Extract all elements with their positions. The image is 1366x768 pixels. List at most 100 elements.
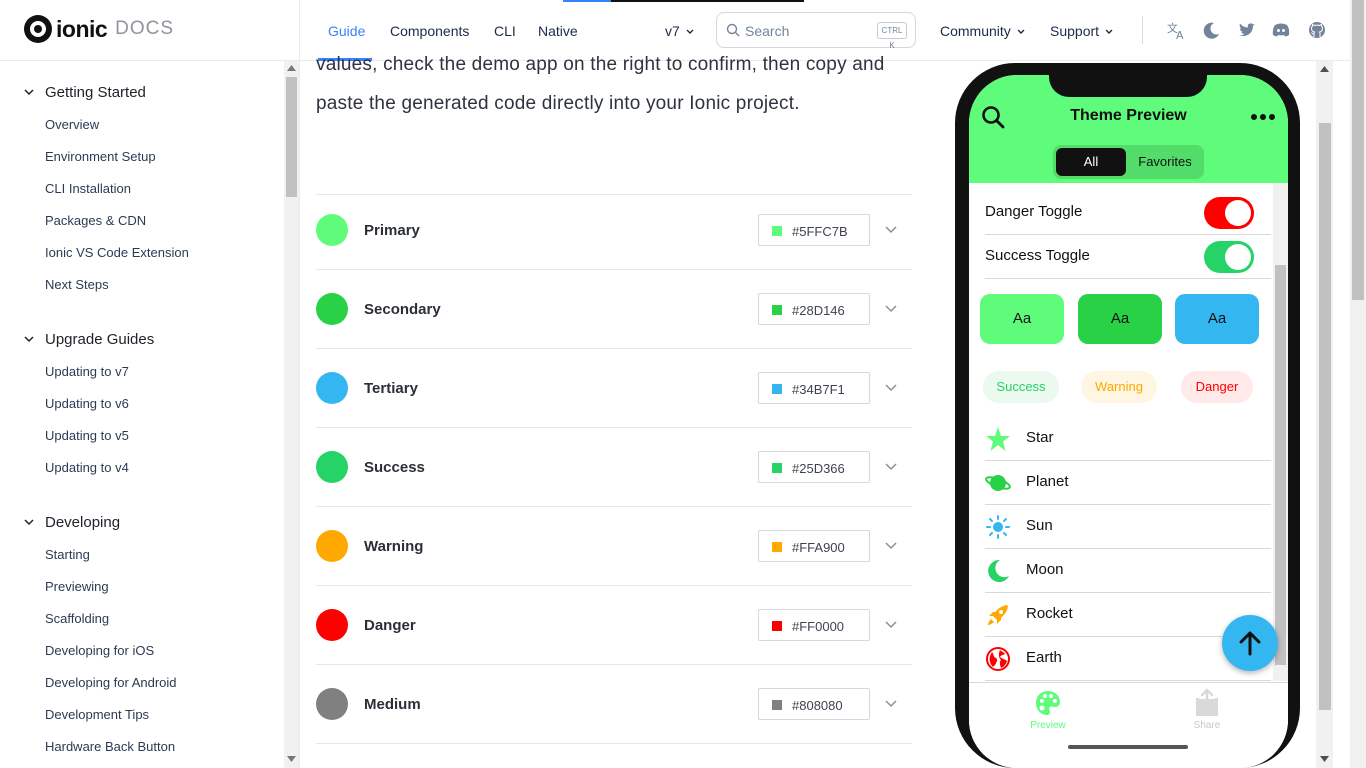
github-icon[interactable] — [1307, 20, 1327, 40]
logo-docs-label: DOCS — [115, 18, 175, 39]
chevron-down-icon[interactable] — [885, 621, 897, 629]
sidebar-scrollbar-thumb[interactable] — [286, 77, 297, 197]
chevron-down-icon[interactable] — [885, 700, 897, 708]
color-input-success[interactable]: #25D366 — [758, 451, 870, 483]
nav-link-native[interactable]: Native — [538, 23, 578, 39]
sidebar-group-upgrade-guides[interactable]: Upgrade Guides — [45, 331, 154, 348]
scroll-top-fab[interactable] — [1222, 615, 1278, 671]
search-button[interactable]: Search CTRL K — [716, 12, 916, 50]
sidebar-item-updating-v5[interactable]: Updating to v5 — [45, 428, 129, 443]
color-input-warning[interactable]: #FFA900 — [758, 530, 870, 562]
sidebar-item-hardware-back-button[interactable]: Hardware Back Button — [45, 739, 175, 754]
chevron-down-icon — [1017, 29, 1025, 35]
home-indicator — [1068, 745, 1188, 749]
chevron-down-icon[interactable] — [885, 463, 897, 471]
color-input-swatch — [772, 621, 782, 631]
discord-icon[interactable] — [1271, 20, 1291, 40]
chevron-down-icon[interactable] — [885, 384, 897, 392]
sidebar-item-developing-ios[interactable]: Developing for iOS — [45, 643, 154, 658]
sidebar-item-development-tips[interactable]: Development Tips — [45, 707, 149, 722]
translate-icon[interactable]: 文A — [1167, 20, 1187, 40]
sidebar-item-overview[interactable]: Overview — [45, 117, 99, 132]
chevron-down-icon[interactable] — [24, 334, 34, 344]
support-dropdown[interactable]: Support — [1050, 23, 1113, 39]
color-swatch-primary — [316, 214, 348, 246]
sidebar-group-getting-started[interactable]: Getting Started — [45, 84, 146, 101]
sidebar-item-packages-cdn[interactable]: Packages & CDN — [45, 213, 146, 228]
tab-share[interactable]: Share — [1179, 683, 1235, 743]
community-dropdown[interactable]: Community — [940, 23, 1025, 39]
search-shortcut-badge: CTRL K — [877, 22, 907, 50]
twitter-icon[interactable] — [1237, 20, 1257, 40]
sidebar-item-developing-android[interactable]: Developing for Android — [45, 675, 177, 690]
danger-toggle[interactable] — [1204, 197, 1254, 229]
list-item-planet[interactable]: Planet — [985, 461, 1271, 505]
sidebar-item-updating-v7[interactable]: Updating to v7 — [45, 364, 129, 379]
chevron-down-icon[interactable] — [885, 305, 897, 313]
color-name-tertiary: Tertiary — [364, 380, 418, 397]
chevron-down-icon — [686, 29, 694, 35]
color-input-secondary[interactable]: #28D146 — [758, 293, 870, 325]
chevron-down-icon[interactable] — [24, 517, 34, 527]
chevron-down-icon[interactable] — [885, 226, 897, 234]
nav-link-guide[interactable]: Guide — [328, 23, 365, 39]
color-input-medium[interactable]: #808080 — [758, 688, 870, 720]
scroll-down-arrow-icon[interactable] — [1320, 756, 1329, 762]
more-options-icon[interactable] — [1250, 113, 1276, 121]
color-name-success: Success — [364, 459, 425, 476]
sidebar-item-previewing[interactable]: Previewing — [45, 579, 109, 594]
sidebar-item-cli-installation[interactable]: CLI Installation — [45, 181, 131, 196]
color-input-primary[interactable]: #5FFC7B — [758, 214, 870, 246]
nav-link-components[interactable]: Components — [390, 23, 469, 39]
chevron-down-icon[interactable] — [24, 87, 34, 97]
scroll-down-arrow-icon[interactable] — [287, 756, 296, 762]
segment-favorites[interactable]: Favorites — [1128, 148, 1202, 176]
logo-wordmark: ionic — [56, 15, 108, 42]
sidebar-item-updating-v4[interactable]: Updating to v4 — [45, 460, 129, 475]
page-scrollbar-thumb[interactable] — [1352, 0, 1364, 300]
nav-link-cli[interactable]: CLI — [494, 23, 516, 39]
phone-scrollbar-thumb[interactable] — [1275, 265, 1286, 665]
intro-paragraph-line1: values, check the demo app on the right … — [316, 54, 885, 75]
moon-icon[interactable] — [1202, 20, 1222, 40]
sidebar-item-environment-setup[interactable]: Environment Setup — [45, 149, 156, 164]
color-input-danger[interactable]: #FF0000 — [758, 609, 870, 641]
list-item-moon[interactable]: Moon — [985, 549, 1271, 593]
sidebar-item-scaffolding[interactable]: Scaffolding — [45, 611, 109, 626]
color-swatch-danger — [316, 609, 348, 641]
svg-text:A: A — [1176, 29, 1184, 40]
color-input-tertiary[interactable]: #34B7F1 — [758, 372, 870, 404]
scroll-up-arrow-icon[interactable] — [287, 65, 296, 71]
earth-icon — [986, 647, 1010, 671]
color-input-swatch — [772, 226, 782, 236]
preview-scrollbar-thumb[interactable] — [1319, 123, 1331, 710]
planet-icon — [985, 475, 1011, 491]
scroll-progress-fill — [563, 0, 611, 2]
sidebar-item-updating-v6[interactable]: Updating to v6 — [45, 396, 129, 411]
segment-all[interactable]: All — [1056, 148, 1126, 176]
ionic-docs-logo[interactable]: ionic DOCS — [24, 15, 174, 43]
list-item-label: Star — [1026, 429, 1054, 446]
success-chip[interactable]: Success — [983, 371, 1059, 403]
sidebar-item-vscode-extension[interactable]: Ionic VS Code Extension — [45, 245, 189, 260]
sidebar-item-starting[interactable]: Starting — [45, 547, 90, 562]
danger-chip[interactable]: Danger — [1181, 371, 1253, 403]
success-toggle[interactable] — [1204, 241, 1254, 273]
list-item-label: Sun — [1026, 517, 1053, 534]
tab-preview[interactable]: Preview — [1020, 683, 1076, 743]
primary-button[interactable]: Aa — [980, 294, 1064, 344]
secondary-button[interactable]: Aa — [1078, 294, 1162, 344]
phone-screen: Theme Preview All Favorites Danger Toggl… — [969, 75, 1288, 768]
phone-notch — [1049, 63, 1207, 97]
row-divider — [316, 585, 912, 586]
chevron-down-icon[interactable] — [885, 542, 897, 550]
sidebar-item-next-steps[interactable]: Next Steps — [45, 277, 109, 292]
sidebar-group-developing[interactable]: Developing — [45, 514, 120, 531]
support-label: Support — [1050, 23, 1100, 39]
list-item-star[interactable]: Star — [985, 417, 1271, 461]
list-item-sun[interactable]: Sun — [985, 505, 1271, 549]
warning-chip[interactable]: Warning — [1081, 371, 1157, 403]
scroll-up-arrow-icon[interactable] — [1320, 66, 1329, 72]
tertiary-button[interactable]: Aa — [1175, 294, 1259, 344]
version-dropdown[interactable]: v7 — [665, 23, 694, 39]
